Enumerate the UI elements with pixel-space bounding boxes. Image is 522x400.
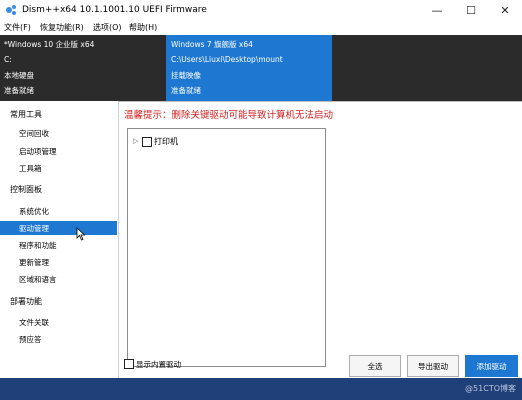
driver-tree[interactable]: ▷ 打印机 <box>127 128 326 367</box>
sidebar-group-common-tools: 常用工具 <box>10 110 42 119</box>
image-type: 本地硬盘 <box>4 71 34 80</box>
image-path: C: <box>4 55 12 64</box>
sidebar-item-file-assoc[interactable]: 文件关联 <box>0 315 117 329</box>
sidebar-item-toolbox[interactable]: 工具箱 <box>0 161 117 175</box>
show-builtin-checkbox[interactable] <box>124 359 134 369</box>
export-driver-button[interactable]: 导出驱动 <box>407 355 459 377</box>
warning-text: 温馨提示：删除关键驱动可能导致计算机无法启动 <box>124 110 334 121</box>
image-entry-mounted[interactable]: Windows 7 旗舰版 x64 C:\Users\Liuxi\Desktop… <box>166 35 522 101</box>
image-status: 准备就绪 <box>4 86 34 95</box>
sidebar-item-startup[interactable]: 启动项管理 <box>0 144 117 158</box>
sidebar-item-label: 文件关联 <box>19 318 49 327</box>
tree-item-checkbox[interactable] <box>142 137 152 147</box>
image-name: Windows 7 旗舰版 x64 <box>171 40 253 49</box>
image-type: 挂载映像 <box>171 71 201 80</box>
sidebar-group-control-panel: 控制面板 <box>10 185 42 194</box>
tree-item-label[interactable]: 打印机 <box>154 136 178 147</box>
sidebar-item-label: 系统优化 <box>19 207 49 216</box>
sidebar-item-region[interactable]: 区域和语言 <box>0 272 117 286</box>
close-button[interactable]: ✕ <box>488 0 522 20</box>
sidebar-item-programs[interactable]: 程序和功能 <box>0 238 117 252</box>
sidebar-item-optimize[interactable]: 系统优化 <box>0 204 117 218</box>
sidebar-item-label: 启动项管理 <box>19 147 57 156</box>
menu-restore[interactable]: 恢复功能(R) <box>40 22 84 33</box>
select-all-button[interactable]: 全选 <box>349 355 401 377</box>
maximize-button[interactable]: ☐ <box>454 0 488 20</box>
title-bar: Dism++x64 10.1.1001.10 UEFI Firmware — ☐… <box>0 0 522 20</box>
sidebar-item-label: 预应答 <box>19 335 42 344</box>
sidebar-item-space-reclaim[interactable]: 空间回收 <box>0 126 117 140</box>
sidebar-item-label: 驱动管理 <box>19 224 49 233</box>
sidebar-item-answer-file[interactable]: 预应答 <box>0 332 117 346</box>
expand-arrow-icon[interactable]: ▷ <box>133 137 138 145</box>
image-path: C:\Users\Liuxi\Desktop\mount <box>171 55 283 64</box>
sidebar: 常用工具 空间回收 启动项管理 工具箱 控制面板 系统优化 驱动管理 程序和功能… <box>0 101 119 378</box>
sidebar-item-label: 空间回收 <box>19 129 49 138</box>
image-name: *Windows 10 企业版 x64 <box>4 40 95 49</box>
image-entry-current[interactable]: *Windows 10 企业版 x64 C: 本地硬盘 准备就绪 <box>0 35 166 101</box>
menu-bar: 文件(F) 恢复功能(R) 选项(O) 帮助(H) <box>0 20 522 36</box>
driver-management-panel: 温馨提示：删除关键驱动可能导致计算机无法启动 ▷ 打印机 显示内置驱动 全选 导… <box>119 102 522 378</box>
app-icon <box>6 5 16 15</box>
sidebar-item-label: 程序和功能 <box>19 241 57 250</box>
sidebar-item-drivers[interactable]: 驱动管理 <box>0 221 117 235</box>
window-title: Dism++x64 10.1.1001.10 UEFI Firmware <box>22 5 207 15</box>
sidebar-group-deployment: 部署功能 <box>10 297 42 306</box>
menu-file[interactable]: 文件(F) <box>4 22 31 33</box>
show-builtin-label[interactable]: 显示内置驱动 <box>136 359 181 370</box>
watermark: @51CTO博客 <box>465 384 516 393</box>
menu-help[interactable]: 帮助(H) <box>129 22 157 33</box>
sidebar-item-label: 区域和语言 <box>19 275 57 284</box>
sidebar-item-label: 更新管理 <box>19 258 49 267</box>
mouse-cursor-icon <box>76 227 86 241</box>
minimize-button[interactable]: — <box>420 0 454 20</box>
sidebar-item-label: 工具箱 <box>19 164 42 173</box>
menu-options[interactable]: 选项(O) <box>93 22 122 33</box>
add-driver-button[interactable]: 添加驱动 <box>465 355 518 377</box>
sidebar-item-updates[interactable]: 更新管理 <box>0 255 117 269</box>
image-status: 准备就绪 <box>171 86 201 95</box>
status-bar: @51CTO博客 <box>0 378 522 400</box>
